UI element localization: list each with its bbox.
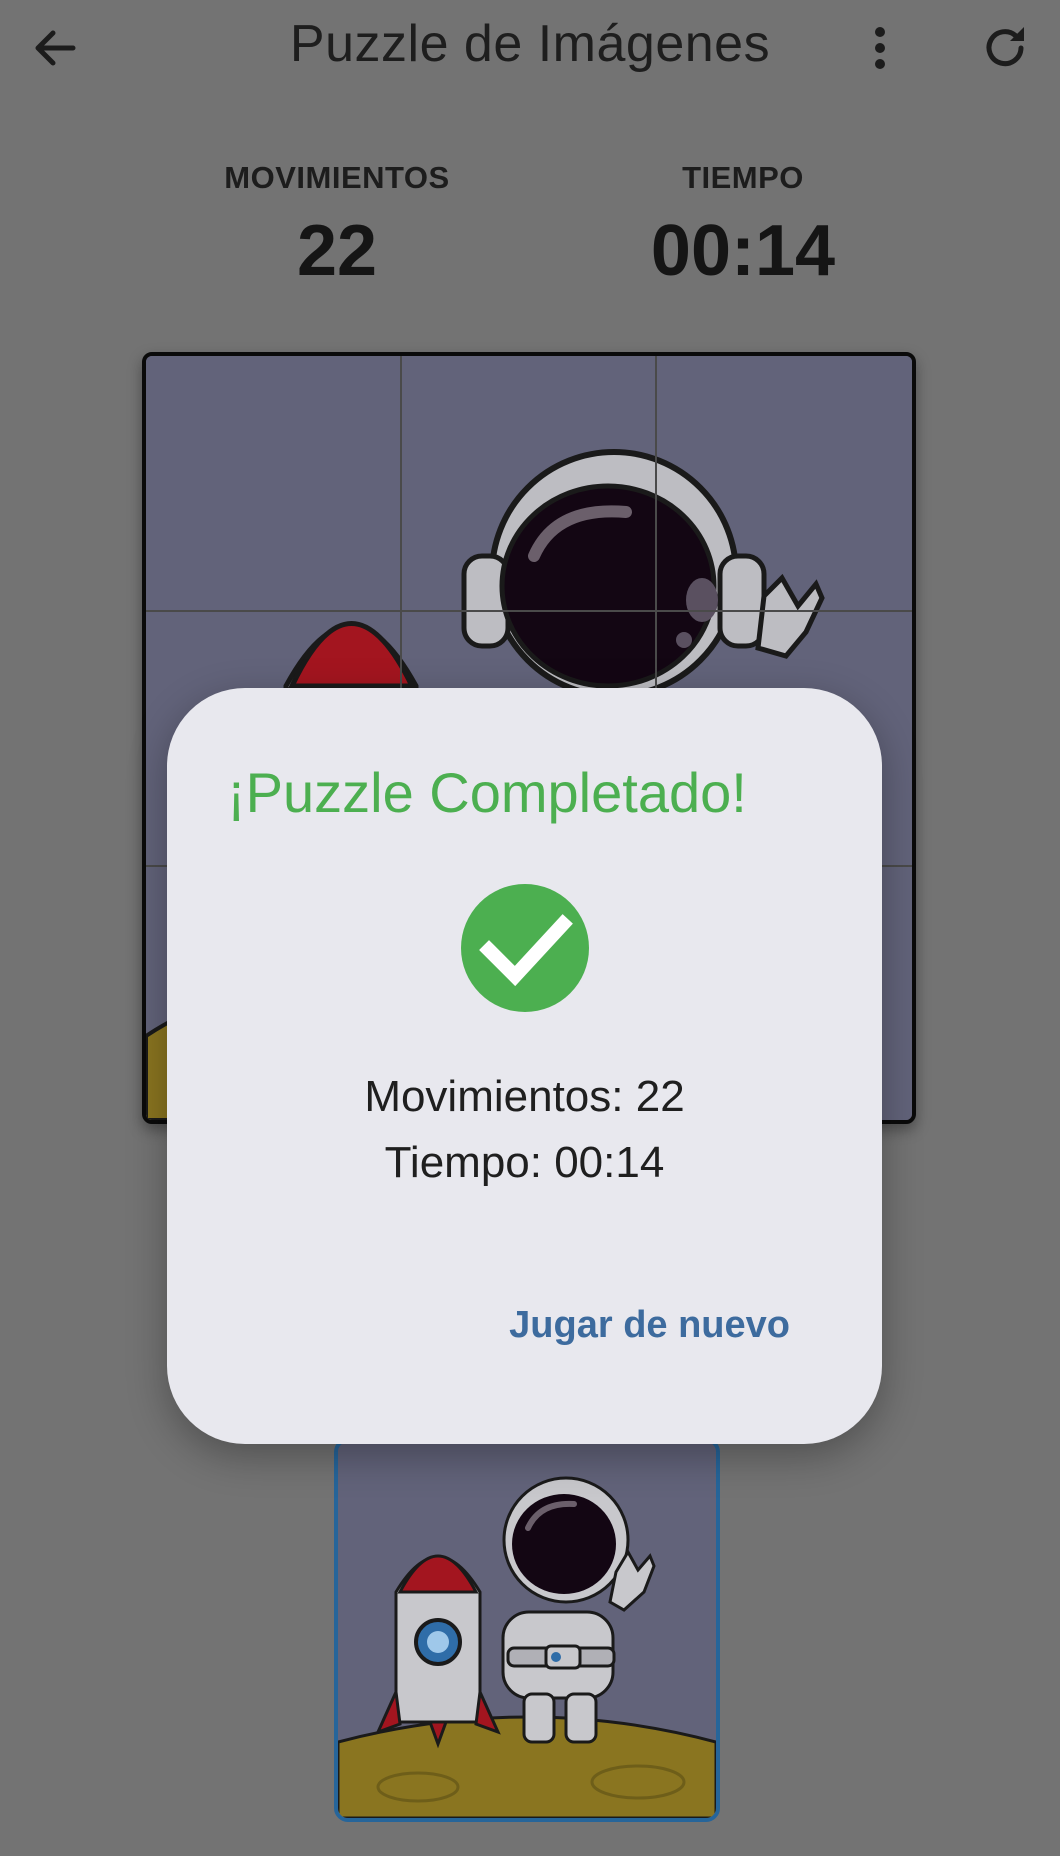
stats-panel: MOVIMIENTOS 22 TIEMPO 00:14 — [0, 160, 1060, 310]
time-stat: TIEMPO 00:14 — [573, 160, 913, 292]
refresh-icon — [986, 27, 1024, 67]
astronaut-preview-image — [338, 1442, 716, 1818]
moves-label: MOVIMIENTOS — [224, 160, 450, 195]
more-vert-icon — [875, 27, 885, 69]
reference-image — [334, 1438, 720, 1822]
menu-button[interactable] — [850, 18, 910, 78]
moves-stat: MOVIMIENTOS 22 — [167, 160, 507, 292]
check-circle-icon — [461, 884, 589, 1017]
completion-dialog: ¡Puzzle Completado! Movimientos: 22 Tiem… — [167, 688, 882, 1444]
app-bar: Puzzle de Imágenes — [0, 0, 1060, 100]
refresh-button[interactable] — [970, 16, 1040, 80]
time-label: TIEMPO — [682, 160, 804, 195]
play-again-button[interactable]: Jugar de nuevo — [509, 1296, 790, 1355]
time-value: 00:14 — [650, 211, 836, 291]
dialog-moves-text: Movimientos: 22 — [364, 1072, 685, 1121]
moves-value: 22 — [296, 211, 378, 291]
dialog-time-text: Tiempo: 00:14 — [384, 1138, 665, 1187]
dialog-title: ¡Puzzle Completado! — [227, 761, 747, 824]
